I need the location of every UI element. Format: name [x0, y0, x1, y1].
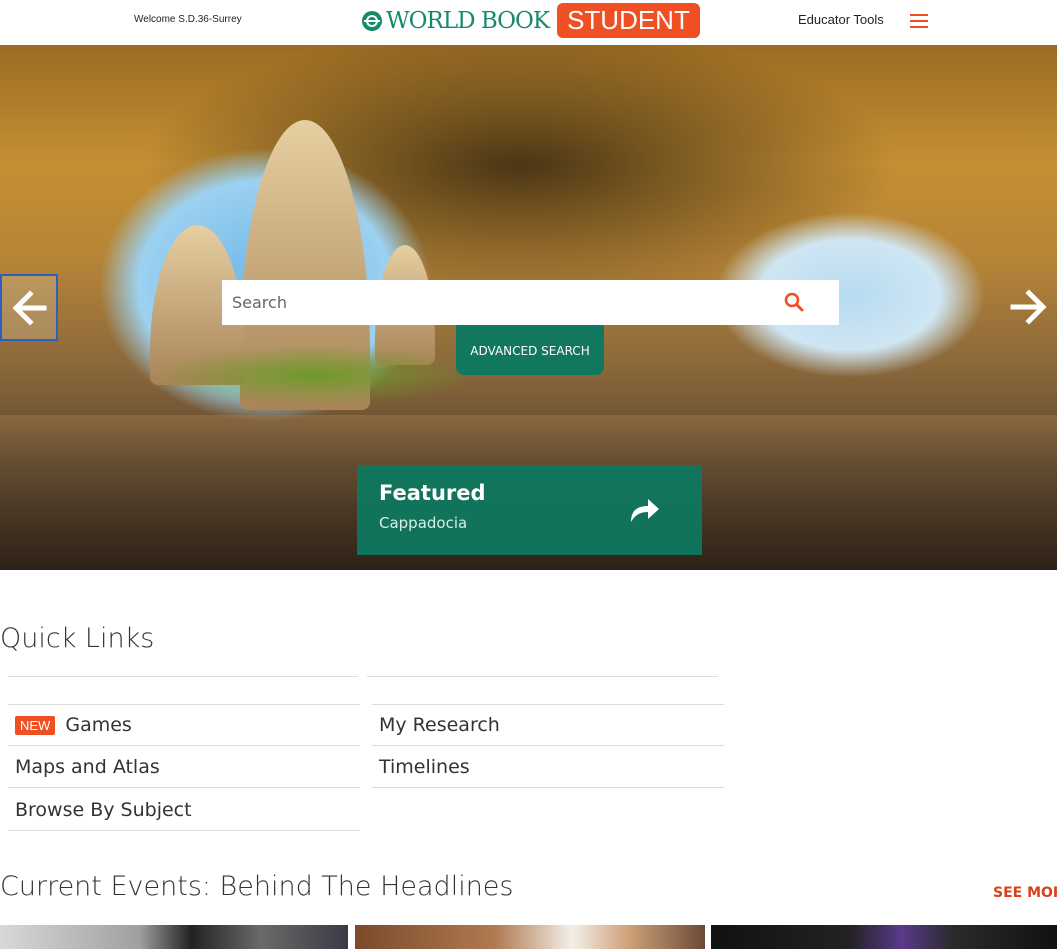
quick-link-games[interactable]: NEW Games [8, 704, 360, 746]
quick-link-label: My Research [379, 714, 500, 736]
quick-link-browse-by-subject[interactable]: Browse By Subject [8, 789, 360, 831]
featured-card[interactable]: Featured Cappadocia [357, 465, 702, 555]
divider [8, 676, 358, 677]
news-thumbnail[interactable] [355, 925, 705, 949]
search-bar [222, 280, 839, 325]
arrow-left-icon [12, 290, 47, 326]
quick-link-label: Browse By Subject [15, 798, 192, 821]
arrow-right-icon [1010, 289, 1047, 325]
share-arrow-icon [631, 499, 659, 522]
news-thumbnail[interactable] [0, 925, 348, 949]
divider [367, 676, 718, 677]
search-icon [784, 292, 804, 312]
quick-link-timelines[interactable]: Timelines [372, 746, 724, 788]
quick-link-label: Timelines [379, 755, 470, 778]
featured-subtitle: Cappadocia [379, 514, 468, 532]
advanced-search-button[interactable]: ADVANCED SEARCH [456, 325, 604, 375]
welcome-text: Welcome S.D.36-Surrey [134, 14, 242, 25]
featured-title: Featured [379, 481, 486, 505]
current-events-title: Current Events: Behind The Headlines [0, 871, 514, 902]
grass-patch-image [150, 345, 480, 405]
new-badge: NEW [15, 715, 56, 735]
search-button[interactable] [780, 288, 810, 318]
search-input[interactable] [222, 280, 782, 325]
hamburger-menu-icon[interactable] [910, 14, 928, 28]
logo-text: WORLD BOOK [386, 7, 550, 34]
quick-link-my-research[interactable]: My Research [372, 704, 724, 746]
educator-tools-link[interactable]: Educator Tools [798, 12, 884, 27]
quick-link-label: Maps and Atlas [15, 755, 160, 778]
world-book-student-logo[interactable]: WORLD BOOK STUDENT [362, 3, 700, 38]
top-header: Welcome S.D.36-Surrey WORLD BOOK STUDENT… [0, 0, 1057, 45]
quick-link-maps-and-atlas[interactable]: Maps and Atlas [8, 746, 360, 788]
news-thumbnail[interactable] [711, 925, 1057, 949]
globe-icon [362, 10, 382, 31]
carousel-next-button[interactable] [1005, 274, 1057, 341]
carousel-prev-button[interactable] [0, 274, 58, 341]
see-more-link[interactable]: SEE MORE [993, 885, 1057, 901]
logo-badge: STUDENT [557, 3, 700, 38]
hero-banner: ADVANCED SEARCH Featured Cappadocia [0, 45, 1057, 570]
quick-links-title: Quick Links [0, 623, 155, 654]
quick-link-label: Games [65, 714, 132, 736]
